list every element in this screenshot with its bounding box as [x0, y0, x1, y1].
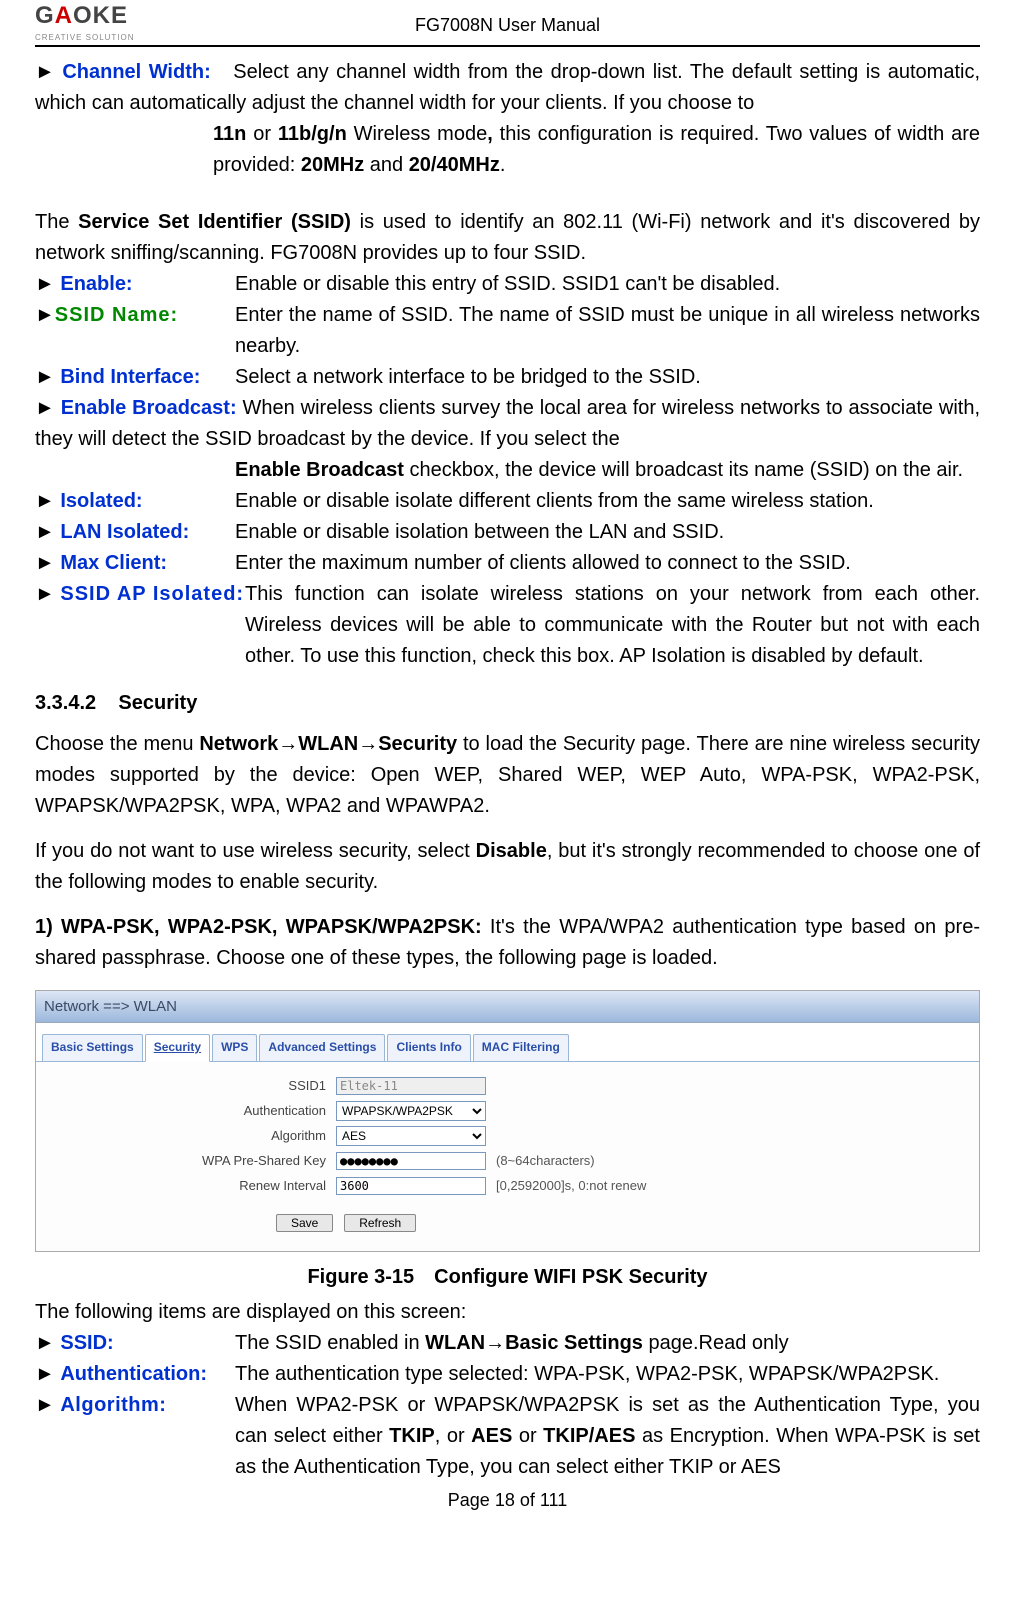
ssid1-field	[336, 1077, 486, 1095]
label-authentication: Authentication	[46, 1101, 336, 1121]
label-renew-interval: Renew Interval	[46, 1176, 336, 1196]
tab-advanced-settings[interactable]: Advanced Settings	[259, 1034, 385, 1061]
ssid-ap-isolated-item: ► SSID AP Isolated: This function can is…	[35, 579, 980, 672]
authentication-select[interactable]: WPAPSK/WPA2PSK	[336, 1101, 486, 1121]
post-algorithm-item: ► Algorithm: When WPA2-PSK or WPAPSK/WPA…	[35, 1390, 980, 1483]
security-para-1: Choose the menu Network→WLAN→Security to…	[35, 729, 980, 822]
security-para-2: If you do not want to use wireless secur…	[35, 836, 980, 898]
enable-broadcast-cont: Enable Broadcast checkbox, the device wi…	[35, 455, 980, 486]
document-title: FG7008N User Manual	[35, 12, 980, 40]
page-header: GAOKE CREATIVE SOLUTION FG7008N User Man…	[35, 0, 980, 47]
ssid-name-item: ►SSID Name: Enter the name of SSID. The …	[35, 300, 980, 362]
post-authentication-item: ► Authentication: The authentication typ…	[35, 1359, 980, 1390]
tab-wps[interactable]: WPS	[212, 1034, 257, 1061]
wlan-security-screenshot: Network ==> WLAN Basic Settings Security…	[35, 990, 980, 1252]
tab-security[interactable]: Security	[145, 1034, 210, 1062]
label-ssid1: SSID1	[46, 1076, 336, 1096]
max-client-item: ► Max Client: Enter the maximum number o…	[35, 548, 980, 579]
enable-item: ► Enable: Enable or disable this entry o…	[35, 269, 980, 300]
tab-clients-info[interactable]: Clients Info	[387, 1034, 470, 1061]
channel-width-item: ► Channel Width: Select any channel widt…	[35, 57, 980, 119]
refresh-button[interactable]: Refresh	[344, 1214, 416, 1232]
algorithm-select[interactable]: AES	[336, 1126, 486, 1146]
bind-interface-item: ► Bind Interface: Select a network inter…	[35, 362, 980, 393]
enable-broadcast-item: ► Enable Broadcast: When wireless client…	[35, 393, 980, 455]
wpa-key-field[interactable]	[336, 1152, 486, 1170]
label-algorithm: Algorithm	[46, 1126, 336, 1146]
save-button[interactable]: Save	[276, 1214, 333, 1232]
tab-mac-filtering[interactable]: MAC Filtering	[473, 1034, 569, 1061]
tab-bar: Basic Settings Security WPS Advanced Set…	[36, 1023, 979, 1062]
renew-interval-field[interactable]	[336, 1177, 486, 1195]
renew-interval-hint: [0,2592000]s, 0:not renew	[496, 1176, 646, 1196]
lan-isolated-item: ► LAN Isolated: Enable or disable isolat…	[35, 517, 980, 548]
channel-width-cont: 11n or 11b/g/n Wireless mode, this confi…	[35, 119, 980, 181]
section-heading-security: 3.3.4.2 Security	[35, 688, 980, 719]
wpa-key-hint: (8~64characters)	[496, 1151, 595, 1171]
figure-caption: Figure 3-15 Configure WIFI PSK Security	[35, 1262, 980, 1293]
label-wpa-key: WPA Pre-Shared Key	[46, 1151, 336, 1171]
security-para-3: 1) WPA-PSK, WPA2-PSK, WPAPSK/WPA2PSK: It…	[35, 912, 980, 974]
ssid-intro: The Service Set Identifier (SSID) is use…	[35, 207, 980, 269]
term-channel-width: Channel Width:	[62, 61, 210, 83]
post-ssid-item: ► SSID: The SSID enabled in WLAN→Basic S…	[35, 1328, 980, 1359]
tab-basic-settings[interactable]: Basic Settings	[42, 1034, 143, 1061]
panel-title: Network ==> WLAN	[36, 991, 979, 1023]
isolated-item: ► Isolated: Enable or disable isolate di…	[35, 486, 980, 517]
page-footer: Page 18 of 111	[35, 1487, 980, 1515]
post-fig-intro: The following items are displayed on thi…	[35, 1297, 980, 1328]
